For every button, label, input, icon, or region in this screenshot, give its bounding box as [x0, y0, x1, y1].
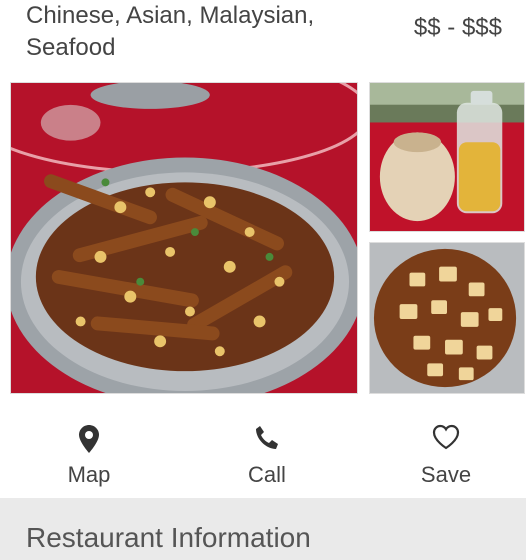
razor-clam-dish-photo[interactable] [10, 82, 358, 394]
tofu-dish-photo[interactable] [369, 242, 525, 394]
restaurant-header: Chinese, Asian, Malaysian, Seafood $$ - … [0, 0, 526, 80]
map-button[interactable]: Map [29, 412, 149, 498]
section-title: Restaurant Information [26, 522, 311, 553]
map-pin-icon [29, 424, 149, 454]
heart-icon [386, 424, 506, 454]
photo-gallery [0, 80, 526, 396]
restaurant-information-section[interactable]: Restaurant Information [0, 498, 526, 560]
action-bar: Map Call Save [0, 412, 526, 498]
save-label: Save [420, 462, 472, 487]
coconut-drink-photo[interactable] [369, 82, 525, 232]
phone-icon [207, 424, 327, 454]
call-button[interactable]: Call [207, 412, 327, 498]
call-label: Call [248, 462, 286, 487]
price-range: $$ - $$$ [413, 14, 502, 41]
map-label: Map [67, 462, 111, 487]
cuisine-tags: Chinese, Asian, Malaysian, Seafood [26, 2, 315, 61]
save-button[interactable]: Save [386, 412, 506, 498]
